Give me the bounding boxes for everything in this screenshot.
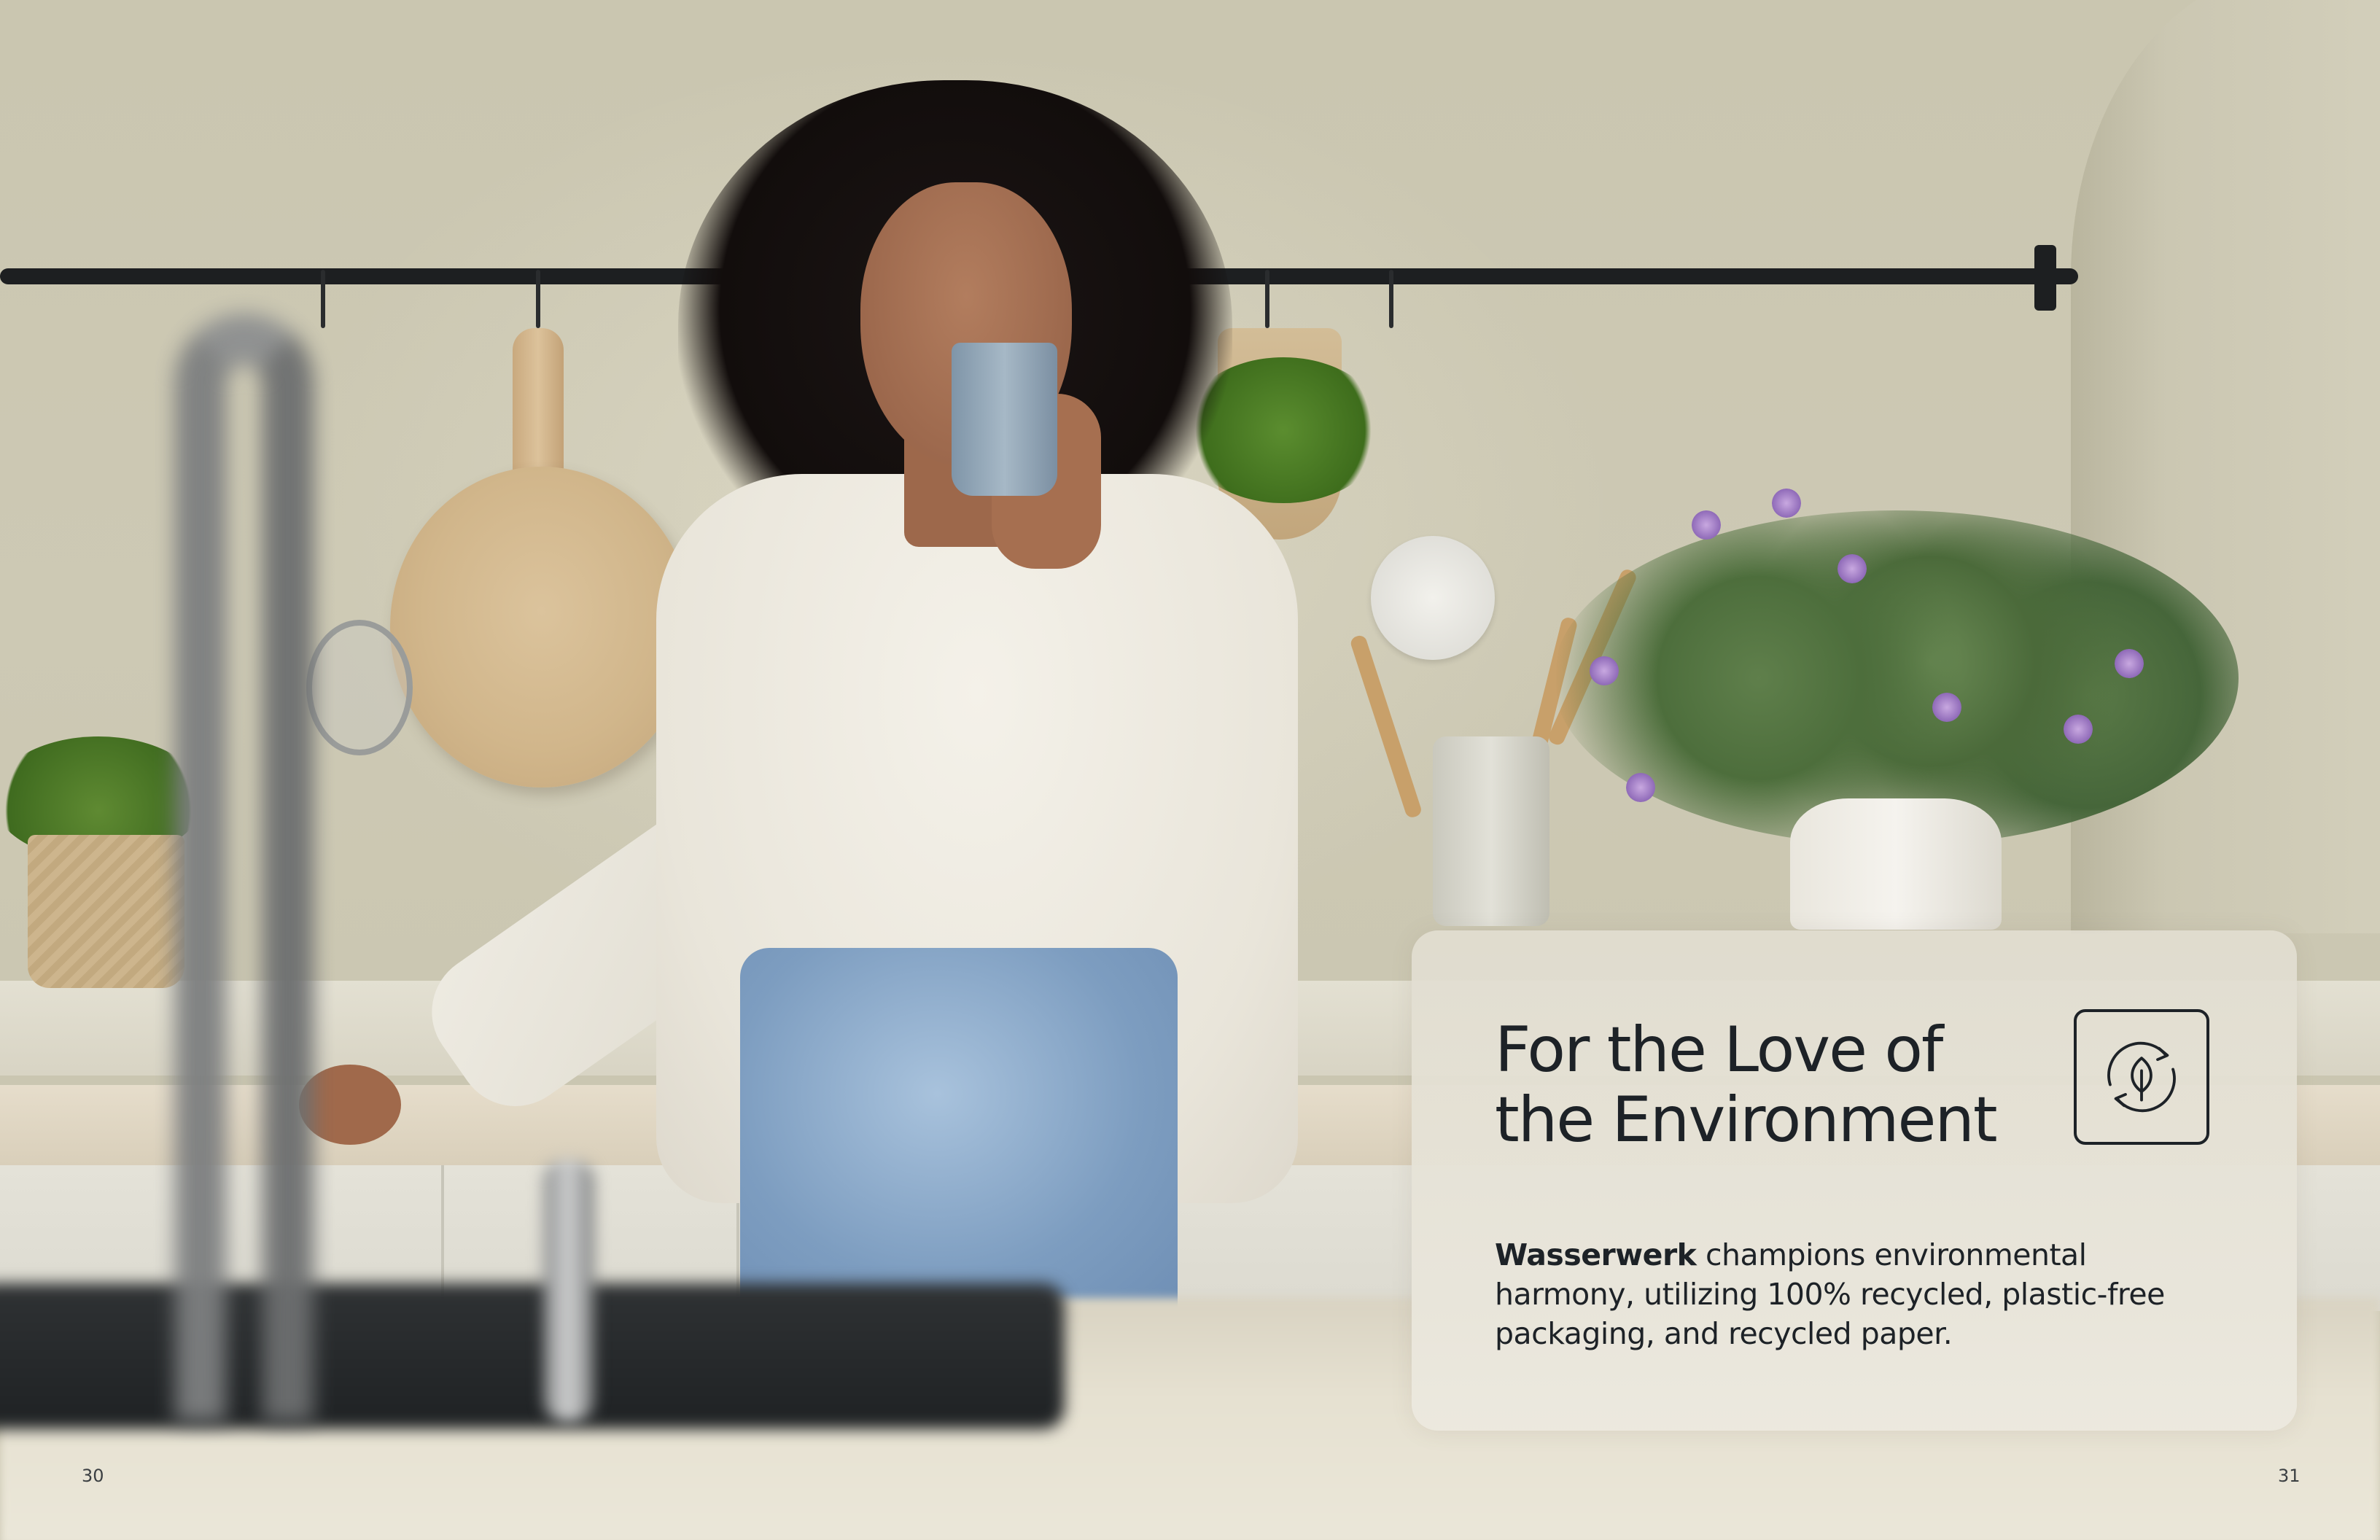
flower [2115, 649, 2144, 678]
flower [1772, 489, 1801, 518]
cutting-board [390, 467, 693, 788]
brand-name: Wasserwerk [1495, 1237, 1697, 1272]
card-body: Wasserwerk champions environmental harmo… [1495, 1235, 2224, 1353]
sink [0, 1283, 1065, 1429]
rail-hook [536, 270, 540, 328]
soap-dispenser [543, 1159, 594, 1422]
skimmer [1371, 536, 1495, 660]
card-title: For the Love of the Environment [1495, 1014, 1998, 1156]
flower [1590, 656, 1619, 685]
rail-hook [1389, 270, 1393, 328]
white-vase [1790, 798, 2002, 930]
utensil-jar [1433, 736, 1549, 926]
rail-bracket [2034, 245, 2056, 311]
flower [1626, 773, 1655, 802]
flower [1692, 510, 1721, 540]
recycle-leaf-icon [2074, 1009, 2209, 1145]
page-number-left: 30 [82, 1466, 104, 1486]
rail-hook [321, 270, 325, 328]
woven-pot [28, 835, 184, 988]
info-card: For the Love of the Environment Wasserwe… [1412, 930, 2297, 1431]
flower [1838, 554, 1867, 583]
rail-hook [1265, 270, 1269, 328]
flower [2064, 715, 2093, 744]
blue-cup [952, 343, 1057, 496]
jeans [740, 948, 1178, 1312]
faucet [175, 314, 314, 1422]
flower-bouquet [1553, 510, 2239, 846]
hand [299, 1065, 401, 1145]
page-number-right: 31 [2278, 1466, 2301, 1486]
flower [1932, 693, 1961, 722]
strainer [306, 620, 413, 755]
